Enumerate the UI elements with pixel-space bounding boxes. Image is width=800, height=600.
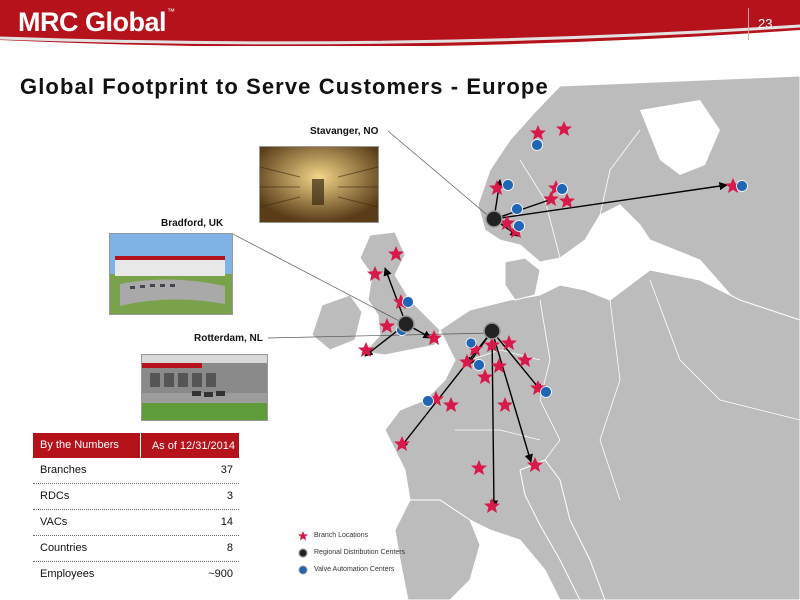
photo-label-stavanger: Stavanger, NO bbox=[310, 126, 379, 137]
stats-row: Employees ~900 bbox=[33, 562, 239, 587]
rdc-dot-icon bbox=[298, 547, 308, 558]
page-title: Global Footprint to Serve Customers - Eu… bbox=[20, 74, 549, 99]
photo-stavanger-warehouse bbox=[259, 146, 379, 223]
photo-rotterdam-facility bbox=[141, 354, 268, 421]
ireland-land bbox=[311, 294, 363, 351]
denmark-land bbox=[504, 257, 541, 301]
photo-bradford-facility bbox=[109, 233, 233, 315]
stats-row: Countries 8 bbox=[33, 536, 239, 562]
legend-vac: Valve Automation Centers bbox=[298, 561, 405, 578]
stats-row: RDCs 3 bbox=[33, 484, 239, 510]
stats-row: Branches 37 bbox=[33, 458, 239, 484]
legend-branch: Branch Locations bbox=[298, 527, 405, 544]
header-bar: MRC Global™ 23 bbox=[0, 0, 800, 46]
legend-rdc: Regional Distribution Centers bbox=[298, 544, 405, 561]
stats-table: By the Numbers As of 12/31/2014 Branches… bbox=[33, 433, 239, 587]
stats-header-left: By the Numbers bbox=[33, 433, 141, 458]
stats-header-right: As of 12/31/2014 bbox=[151, 439, 235, 452]
header-divider bbox=[748, 8, 749, 40]
stats-row: VACs 14 bbox=[33, 510, 239, 536]
stats-header: By the Numbers As of 12/31/2014 bbox=[33, 433, 239, 458]
photo-label-rotterdam: Rotterdam, NL bbox=[194, 333, 263, 344]
map-legend: Branch Locations Regional Distribution C… bbox=[298, 527, 405, 578]
page-number: 23 bbox=[758, 16, 773, 31]
vac-dot-icon bbox=[298, 565, 308, 575]
star-icon bbox=[298, 530, 308, 541]
company-logo: MRC Global™ bbox=[18, 7, 175, 37]
photo-label-bradford: Bradford, UK bbox=[161, 218, 224, 229]
